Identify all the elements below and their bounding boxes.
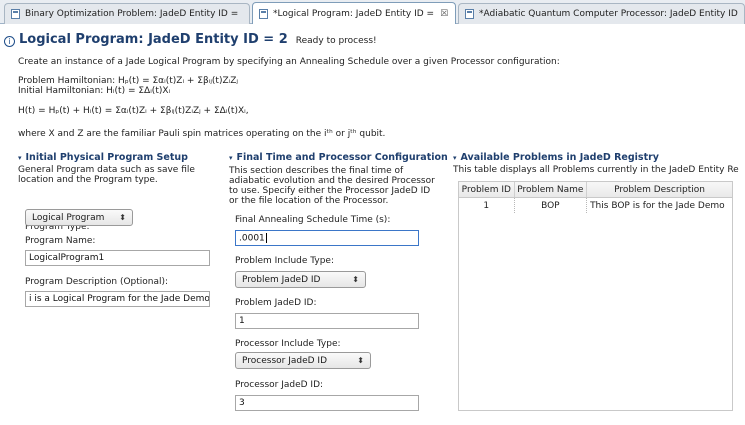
selected-value: Processor JadeD ID	[242, 355, 328, 366]
tab-label: *Logical Program: JadeD Entity ID =	[273, 8, 435, 19]
total-hamiltonian-text: H(t) = Hₚ(t) + Hᵢ(t) = Σαᵢ(t)Zᵢ + Σβᵢⱼ(t…	[18, 106, 249, 116]
tab-logical-program[interactable]: *Logical Program: JadeD Entity ID = ☒	[252, 2, 456, 24]
section-description: General Program data such as save file l…	[18, 165, 195, 185]
processor-jaded-id-label: Processor JadeD ID:	[235, 380, 324, 390]
chevron-updown-icon: ⬍	[352, 275, 359, 284]
section-title: Initial Physical Program Setup	[25, 152, 188, 163]
section-title: Final Time and Processor Configuration	[236, 152, 448, 163]
annealing-time-label: Final Annealing Schedule Time (s):	[235, 215, 391, 225]
problem-include-type-select[interactable]: Problem JadeD ID ⬍	[235, 271, 366, 288]
problem-jaded-id-input[interactable]: 1	[235, 313, 419, 329]
close-tab-icon[interactable]: ☒	[440, 9, 448, 19]
editor-file-icon	[259, 8, 268, 19]
cell-problem-name: BOP	[515, 198, 588, 213]
form-header: i Logical Program: JadeD Entity ID = 2 R…	[0, 24, 745, 152]
section-description: This section describes the final time of…	[229, 166, 435, 206]
program-description-input[interactable]: i is a Logical Program for the Jade Demo	[25, 291, 210, 307]
info-icon: i	[4, 36, 15, 47]
column-header-problem-description[interactable]: Problem Description	[587, 182, 732, 197]
table-header: Problem ID Problem Name Problem Descript…	[459, 182, 732, 198]
tab-adiabatic-processor[interactable]: *Adiabatic Quantum Computer Processor: J…	[458, 3, 745, 24]
section-title: Available Problems in JadeD Registry	[460, 152, 659, 163]
page-title: Logical Program: JadeD Entity ID = 2	[19, 32, 288, 47]
processor-include-type-select[interactable]: Processor JadeD ID ⬍	[235, 352, 371, 369]
status-message: Ready to process!	[295, 36, 377, 46]
selected-value: Logical Program	[32, 212, 105, 223]
program-name-label: Program Name:	[25, 236, 96, 246]
problems-table[interactable]: Problem ID Problem Name Problem Descript…	[458, 181, 733, 411]
editor-tab-bar: Binary Optimization Problem: JadeD Entit…	[0, 0, 745, 24]
cell-problem-description: This BOP is for the Jade Demo	[590, 200, 725, 211]
processor-include-type-label: Processor Include Type:	[235, 339, 341, 349]
initial-physical-program-setup-section: ▾ Initial Physical Program Setup General…	[18, 152, 213, 185]
editor-file-icon	[11, 9, 20, 19]
program-type-select[interactable]: Logical Program ⬍	[25, 209, 133, 226]
section-header[interactable]: ▾ Available Problems in JadeD Registry	[453, 152, 743, 163]
final-time-processor-section: ▾ Final Time and Processor Configuration	[229, 152, 448, 163]
section-header[interactable]: ▾ Final Time and Processor Configuration	[229, 152, 448, 163]
problem-hamiltonian-text: Problem Hamiltonian: Hₚ(t) = Σαᵢ(t)Zᵢ + …	[18, 76, 238, 86]
tab-binary-optimization-problem[interactable]: Binary Optimization Problem: JadeD Entit…	[4, 3, 250, 24]
processor-jaded-id-input[interactable]: 3	[235, 395, 419, 411]
column-header-problem-id[interactable]: Problem ID	[459, 182, 515, 197]
column-header-problem-name[interactable]: Problem Name	[515, 182, 588, 197]
chevron-updown-icon: ⬍	[357, 356, 364, 365]
available-problems-section: ▾ Available Problems in JadeD Registry T…	[453, 152, 743, 175]
section-description: This table displays all Problems current…	[453, 165, 739, 175]
pauli-note-text: where X and Z are the familiar Pauli spi…	[18, 129, 386, 139]
program-description-label: Program Description (Optional):	[25, 277, 169, 287]
initial-hamiltonian-text: Initial Hamiltonian: Hᵢ(t) = ΣΔᵢ(t)Xᵢ	[18, 86, 171, 96]
selected-value: Problem JadeD ID	[242, 274, 321, 285]
tab-label: Binary Optimization Problem: JadeD Entit…	[25, 9, 239, 19]
cell-problem-id: 1	[459, 198, 515, 213]
problem-include-type-label: Problem Include Type:	[235, 256, 334, 266]
collapse-twistie-icon[interactable]: ▾	[453, 154, 457, 162]
table-row[interactable]: 1 BOP This BOP is for the Jade Demo	[459, 198, 732, 213]
annealing-time-input[interactable]: .0001	[235, 230, 419, 246]
section-header[interactable]: ▾ Initial Physical Program Setup	[18, 152, 213, 163]
intro-text: Create an instance of a Jade Logical Pro…	[18, 57, 560, 67]
tab-label: *Adiabatic Quantum Computer Processor: J…	[479, 9, 738, 19]
title-row: i Logical Program: JadeD Entity ID = 2 R…	[4, 32, 377, 47]
program-name-input[interactable]: LogicalProgram1	[25, 250, 210, 266]
collapse-twistie-icon[interactable]: ▾	[18, 154, 22, 162]
editor-file-icon	[465, 9, 474, 19]
problem-jaded-id-label: Problem JadeD ID:	[235, 298, 317, 308]
chevron-updown-icon: ⬍	[119, 213, 126, 222]
collapse-twistie-icon[interactable]: ▾	[229, 154, 233, 162]
